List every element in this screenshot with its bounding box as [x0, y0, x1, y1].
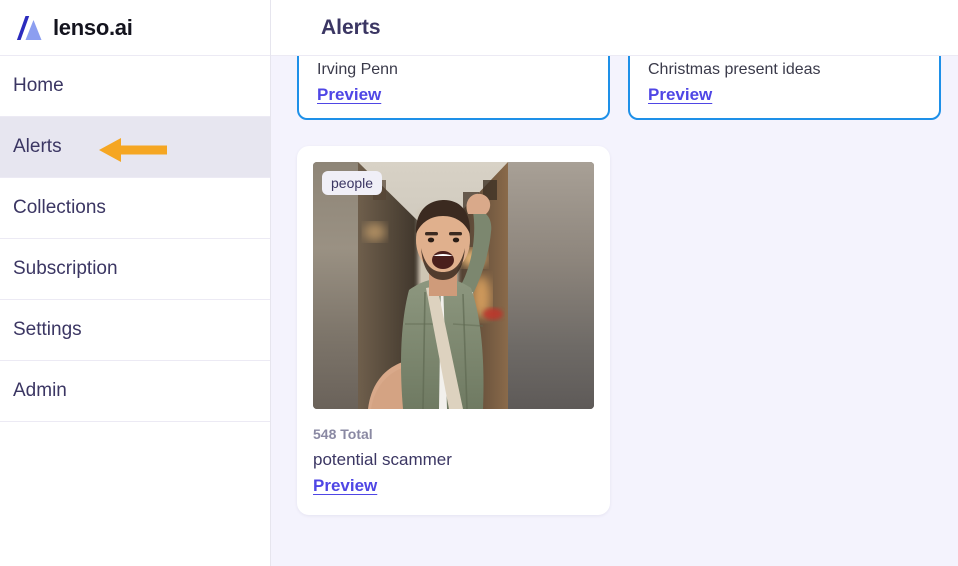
sidebar-item-label: Collections	[13, 197, 106, 218]
sidebar: lenso.ai Home Alerts Collections Subscri…	[0, 0, 271, 566]
preview-link[interactable]: Preview	[313, 474, 377, 495]
sidebar-item-label: Alerts	[13, 136, 62, 157]
sidebar-item-settings[interactable]: Settings	[0, 300, 270, 361]
preview-link[interactable]: Preview	[648, 84, 712, 106]
category-badge: people	[322, 171, 383, 195]
alert-card-title: Irving Penn	[317, 61, 398, 78]
brand-header[interactable]: lenso.ai	[0, 0, 270, 56]
sidebar-item-label: Admin	[13, 380, 67, 401]
preview-link[interactable]: Preview	[317, 84, 381, 106]
page-title: Alerts	[321, 15, 381, 39]
main-content: Alerts Irving Penn Preview Christmas pre…	[271, 0, 958, 566]
lenso-logo-icon	[13, 14, 43, 42]
alerts-page: lenso.ai Home Alerts Collections Subscri…	[0, 0, 958, 566]
sidebar-item-label: Subscription	[13, 258, 118, 279]
sidebar-item-label: Settings	[13, 319, 82, 340]
brand-name: lenso.ai	[53, 14, 133, 40]
main-header: Alerts	[271, 0, 958, 56]
sidebar-item-alerts[interactable]: Alerts	[0, 117, 270, 178]
result-name: potential scammer	[313, 450, 452, 469]
result-card[interactable]: people 548 Total potential scammer Previ…	[297, 146, 610, 515]
alert-card-title: Christmas present ideas	[648, 61, 821, 78]
result-meta: 548 Total potential scammer Preview	[313, 409, 594, 499]
sidebar-item-home[interactable]: Home	[0, 56, 270, 117]
alerts-scroll-area[interactable]: Irving Penn Preview Christmas present id…	[271, 0, 958, 566]
sidebar-item-label: Home	[13, 75, 64, 96]
result-total-count: 548 Total	[313, 426, 373, 442]
sidebar-item-admin[interactable]: Admin	[0, 361, 270, 422]
result-thumbnail[interactable]: people	[313, 162, 594, 409]
sidebar-item-collections[interactable]: Collections	[0, 178, 270, 239]
sidebar-nav: Home Alerts Collections Subscription Set…	[0, 56, 270, 422]
sidebar-item-subscription[interactable]: Subscription	[0, 239, 270, 300]
